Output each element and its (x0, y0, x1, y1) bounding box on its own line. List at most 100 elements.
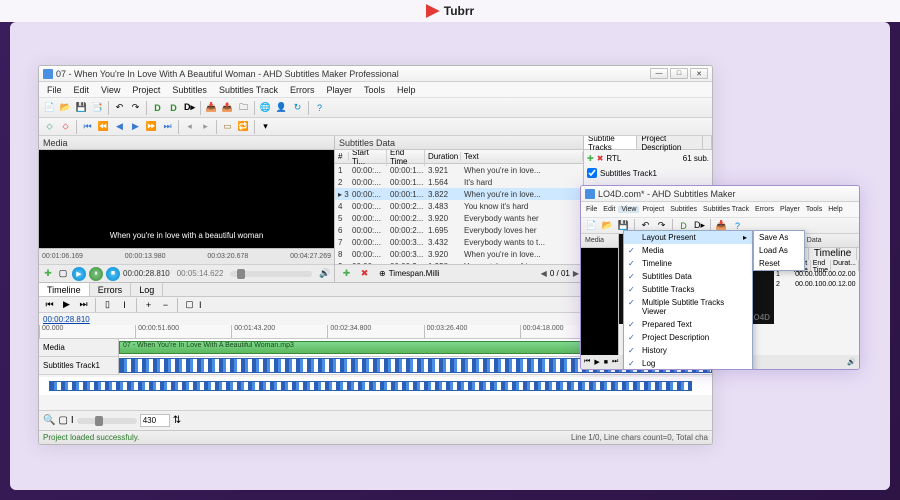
sub-add-icon[interactable]: ✚ (339, 266, 354, 281)
menu-edit[interactable]: Edit (600, 206, 618, 213)
menu-tools[interactable]: Tools (358, 85, 391, 95)
seek-slider[interactable] (230, 271, 312, 277)
mute-icon[interactable]: 🔊 (319, 268, 331, 280)
dd-icon[interactable]: ▾ (258, 119, 273, 134)
zoom-fit-icon[interactable]: ▢ (58, 415, 67, 426)
export-icon[interactable]: 📤 (220, 100, 235, 115)
view-menu-item[interactable]: Subtitles Data (624, 270, 752, 283)
subtitle-row[interactable]: 100:00:...00:00:1...3.921When you're in … (335, 164, 583, 176)
menu-project[interactable]: Project (639, 206, 667, 213)
undo-icon[interactable]: ↶ (112, 100, 127, 115)
layout-submenu-item[interactable]: Reset (754, 257, 804, 270)
sub-del-icon[interactable]: ✖ (357, 266, 372, 281)
subtitle-row[interactable]: 200:00:...00:00:1...1.564It's hard (335, 176, 583, 188)
menu-edit[interactable]: Edit (68, 85, 96, 95)
new-icon[interactable]: 📄 (584, 218, 599, 233)
video-preview[interactable]: When you're in love with a beautiful wom… (39, 150, 334, 248)
redo-icon[interactable]: ↷ (128, 100, 143, 115)
play3-icon[interactable]: D▸ (182, 100, 197, 115)
clip-icon[interactable]: ▭ (220, 119, 235, 134)
menu-subtitles[interactable]: Subtitles (667, 206, 700, 213)
subtitle-row[interactable]: 700:00:...00:00:3...3.432Everybody wants… (335, 236, 583, 248)
track-add-icon[interactable]: ✚ (587, 154, 594, 163)
open-icon[interactable]: 📂 (600, 218, 615, 233)
close-button[interactable]: ✕ (690, 68, 708, 79)
subtitle-row[interactable]: 500:00:...00:00:2...3.920Everybody wants… (335, 212, 583, 224)
menu-subtitles-track[interactable]: Subtitles Track (213, 85, 284, 95)
zoom-slider[interactable] (77, 418, 137, 424)
tl-text-icon[interactable]: I (117, 297, 132, 312)
track-item[interactable]: Subtitles Track1 (587, 168, 709, 178)
new-icon[interactable]: 📄 (42, 100, 57, 115)
zoom-out-icon[interactable]: 🔍 (43, 415, 55, 426)
tl-sqr-icon[interactable]: ▢ (182, 297, 197, 312)
capture-icon[interactable]: ▢ (57, 268, 69, 280)
mini-stop-icon[interactable]: ■ (604, 359, 608, 366)
menu-errors[interactable]: Errors (284, 85, 321, 95)
waveform-clips[interactable] (49, 381, 692, 391)
play2-icon[interactable]: D (166, 100, 181, 115)
view-menu-item[interactable]: Project Description (624, 331, 752, 344)
track-del-icon[interactable]: ✖ (597, 154, 604, 163)
menu-view[interactable]: View (95, 85, 126, 95)
menu-help[interactable]: Help (391, 85, 422, 95)
menu-subtitles-track[interactable]: Subtitles Track (700, 206, 752, 213)
menu-help[interactable]: Help (825, 206, 845, 213)
pause-button[interactable]: ⏸ (89, 267, 103, 281)
next-icon[interactable]: ▶ (128, 119, 143, 134)
mini-next-icon[interactable]: ⏭ (612, 358, 618, 366)
rewind-icon[interactable]: ⏪ (96, 119, 111, 134)
forward-icon[interactable]: ⏩ (144, 119, 159, 134)
view-menu-item[interactable]: Log (624, 357, 752, 370)
mini-play-icon[interactable]: ▶ (594, 358, 599, 366)
tab-log[interactable]: Log (131, 283, 163, 296)
table-row[interactable]: 100.00.000.00.02.00 (774, 271, 859, 281)
tab-timeline[interactable]: Timeline (39, 283, 90, 296)
globe-icon[interactable]: 🌐 (258, 100, 273, 115)
menu-file[interactable]: File (583, 206, 600, 213)
layout-submenu-item[interactable]: Load As (754, 244, 804, 257)
mini-prev-icon[interactable]: ⏮ (584, 358, 590, 366)
user-icon[interactable]: 👤 (274, 100, 289, 115)
subtitle-row[interactable]: 600:00:...00:00:2...1.695Everybody loves… (335, 224, 583, 236)
tl-skip-end-icon[interactable]: ⏭ (76, 297, 91, 312)
tab-errors[interactable]: Errors (90, 283, 132, 296)
box-icon[interactable]: 🗀 (236, 100, 251, 115)
zoom-step-icon[interactable]: ⇅ (173, 415, 181, 426)
maximize-button[interactable]: □ (670, 68, 688, 79)
loop-icon[interactable]: 🔁 (236, 119, 251, 134)
subtitle-row[interactable]: 800:00:...00:00:3...3.920When you're in … (335, 248, 583, 260)
subtitle-row[interactable]: ▸ 300:00:...00:00:1...3.822When you're i… (335, 188, 583, 200)
layout-submenu-item[interactable]: Save As (754, 231, 804, 244)
view-menu-item[interactable]: Layout Present ▸ (624, 231, 752, 244)
video-preview-small[interactable] (581, 248, 618, 355)
track-checkbox[interactable] (587, 168, 597, 178)
marker-a-icon[interactable]: ◂ (182, 119, 197, 134)
zoom-value-input[interactable] (140, 414, 170, 427)
tab-project-description[interactable]: Project Description (637, 136, 703, 149)
menu-project[interactable]: Project (126, 85, 166, 95)
menu-subtitles[interactable]: Subtitles (166, 85, 213, 95)
tl-skip-start-icon[interactable]: ⏮ (42, 297, 57, 312)
b2-icon[interactable]: ⬦ (58, 119, 73, 134)
mini-vol-icon[interactable]: 🔊 (847, 358, 856, 366)
play-button[interactable]: ▶ (72, 267, 86, 281)
table-row[interactable]: 200.00.100.00.12.00 (774, 281, 859, 291)
menu-player[interactable]: Player (777, 206, 803, 213)
add-marker-icon[interactable]: ✚ (42, 268, 54, 280)
menu-view[interactable]: View (618, 206, 639, 213)
tab-subtitle-tracks[interactable]: Subtitle Tracks (584, 136, 637, 149)
view-menu-item[interactable]: Prepared Text (624, 318, 752, 331)
tab-timeline[interactable]: Timeline (809, 248, 857, 260)
minimize-button[interactable]: — (650, 68, 668, 79)
save-as-icon[interactable]: 📑 (90, 100, 105, 115)
view-menu-item[interactable]: Subtitle Tracks (624, 283, 752, 296)
import-icon[interactable]: 📥 (204, 100, 219, 115)
marker-b-icon[interactable]: ▸ (198, 119, 213, 134)
refresh-icon[interactable]: ↻ (290, 100, 305, 115)
b1-icon[interactable]: ⬦ (42, 119, 57, 134)
save-icon[interactable]: 💾 (74, 100, 89, 115)
open-icon[interactable]: 📂 (58, 100, 73, 115)
tl-minus-icon[interactable]: − (158, 297, 173, 312)
skip-start-icon[interactable]: ⏮ (80, 119, 95, 134)
